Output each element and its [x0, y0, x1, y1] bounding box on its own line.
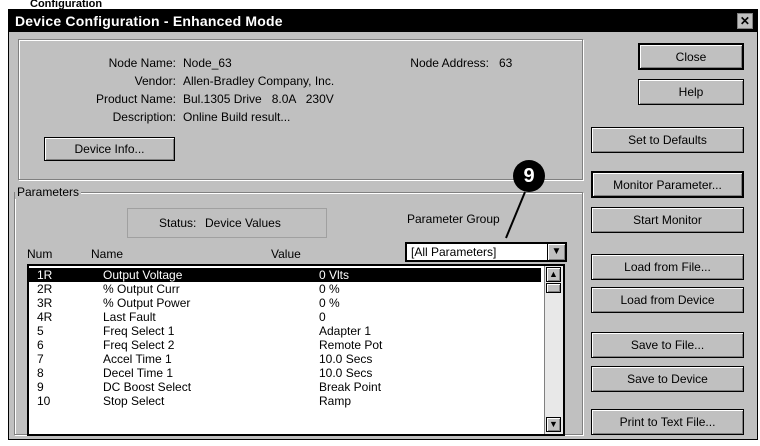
- list-item[interactable]: 2R% Output Curr 0 %: [29, 282, 541, 296]
- parameters-group-title: Parameters: [15, 185, 82, 199]
- scroll-down-icon[interactable]: ▼: [546, 417, 561, 432]
- device-info-group: Node Name: Node_63 Vendor: Allen-Bradley…: [18, 39, 583, 180]
- top-caption: Configuration: [30, 0, 103, 9]
- close-icon[interactable]: ✕: [737, 13, 753, 29]
- node-name-label: Node Name:: [108, 56, 176, 70]
- dropdown-arrow-icon[interactable]: ▼: [547, 244, 565, 260]
- node-name-value: Node_63: [183, 56, 232, 70]
- load-from-file-button[interactable]: Load from File...: [591, 254, 744, 280]
- vendor-value: Allen-Bradley Company, Inc.: [183, 74, 335, 88]
- list-item[interactable]: 10 Stop Select Ramp: [29, 394, 541, 408]
- device-info-button[interactable]: Device Info...: [44, 137, 175, 161]
- help-button[interactable]: Help: [638, 79, 744, 105]
- column-header-num: Num: [27, 247, 53, 261]
- description-value: Online Build result...: [183, 110, 291, 124]
- product-name-label: Product Name:: [95, 92, 176, 106]
- monitor-parameter-button[interactable]: Monitor Parameter...: [591, 171, 744, 198]
- status-label: Status:: [159, 216, 197, 230]
- vertical-scrollbar[interactable]: ▲ ▼: [544, 266, 563, 434]
- save-to-file-button[interactable]: Save to File...: [591, 332, 744, 358]
- scroll-thumb[interactable]: [546, 283, 561, 293]
- list-item[interactable]: 4R Last Fault 0: [29, 310, 541, 324]
- list-item[interactable]: 5 Freq Select 1 Adapter 1: [29, 324, 541, 338]
- start-monitor-button[interactable]: Start Monitor: [591, 207, 744, 233]
- load-from-device-button[interactable]: Load from Device: [591, 287, 744, 313]
- column-header-value: Value: [271, 247, 301, 261]
- list-item[interactable]: 6 Freq Select 2 Remote Pot: [29, 338, 541, 352]
- parameter-group-select[interactable]: [All Parameters] ▼: [405, 242, 567, 262]
- list-item[interactable]: 7 Accel Time 1 10.0 Secs: [29, 352, 541, 366]
- window-title: Device Configuration - Enhanced Mode: [15, 13, 283, 29]
- parameter-group-selected: [All Parameters]: [411, 245, 497, 259]
- save-to-device-button[interactable]: Save to Device: [591, 366, 744, 392]
- close-button[interactable]: Close: [638, 43, 744, 70]
- node-address-value: 63: [499, 56, 513, 70]
- list-item[interactable]: 8 Decel Time 1 10.0 Secs: [29, 366, 541, 380]
- callout-badge: 9: [513, 160, 545, 192]
- title-bar: Device Configuration - Enhanced Mode ✕: [9, 10, 757, 32]
- column-header-name: Name: [91, 247, 124, 261]
- product-name-value: Bul.1305 Drive 8.0A 230V: [183, 92, 334, 106]
- list-item[interactable]: 1R Output Voltage 0 Vlts: [29, 268, 541, 282]
- parameter-list[interactable]: 1R Output Voltage 0 Vlts 2R% Output Curr 0 …: [27, 264, 565, 436]
- parameter-group-label: Parameter Group: [407, 212, 500, 226]
- device-configuration-dialog: Device Configuration - Enhanced Mode ✕ N…: [8, 9, 758, 440]
- print-to-text-file-button[interactable]: Print to Text File...: [591, 409, 744, 435]
- vendor-label: Vendor:: [134, 74, 176, 88]
- list-item[interactable]: 9 DC Boost Select Break Point: [29, 380, 541, 394]
- list-item[interactable]: 3R% Output Power 0 %: [29, 296, 541, 310]
- description-label: Description:: [112, 110, 176, 124]
- status-value: Device Values: [205, 216, 281, 230]
- node-address-label: Node Address:: [410, 56, 489, 70]
- set-to-defaults-button[interactable]: Set to Defaults: [591, 127, 744, 153]
- scroll-up-icon[interactable]: ▲: [546, 267, 561, 282]
